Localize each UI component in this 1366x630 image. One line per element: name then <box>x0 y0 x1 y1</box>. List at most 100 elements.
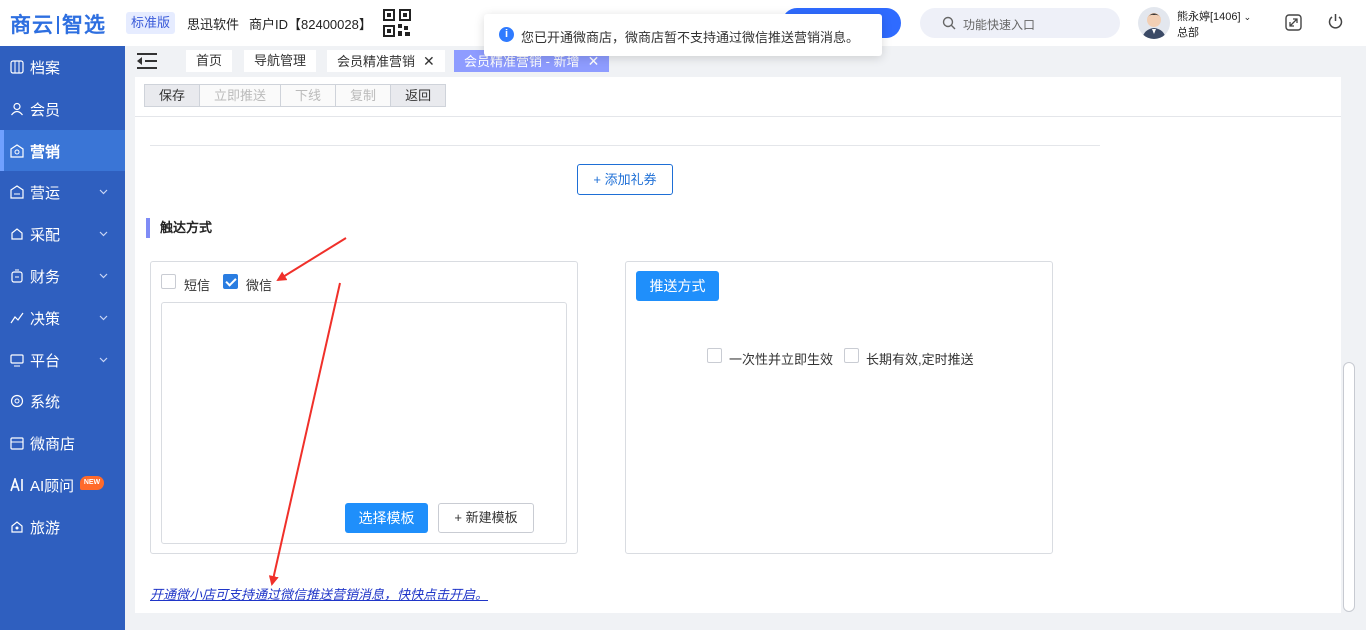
toolbar-divider <box>135 116 1341 117</box>
sidebar-item-system[interactable]: 系统 <box>0 380 125 422</box>
search-icon <box>942 16 956 30</box>
chevron-down-icon <box>99 273 108 279</box>
long-term-label: 长期有效,定时推送 <box>866 352 974 367</box>
archive-icon <box>10 60 24 74</box>
chevron-down-icon: ⌄ <box>1243 12 1252 22</box>
chevron-down-icon <box>99 231 108 237</box>
wechat-label: 微信 <box>246 278 273 293</box>
sidebar-item-label: 系统 <box>30 394 61 412</box>
push-now-button[interactable]: 立即推送 <box>200 85 282 106</box>
sidebar-item-decision[interactable]: 决策 <box>0 297 125 339</box>
tab-home[interactable]: 首页 <box>186 50 233 72</box>
back-button[interactable]: 返回 <box>391 85 446 106</box>
info-toast: i 您已开通微商店，微商店暂不支持通过微信推送营销消息。 <box>484 14 882 56</box>
sidebar-item-label: 会员 <box>30 101 61 119</box>
push-method-box: 推送方式 一次性并立即生效 长期有效,定时推送 <box>625 261 1053 554</box>
brand-logo[interactable]: 商云 智选 <box>10 9 106 39</box>
user-icon <box>11 102 23 116</box>
merchant-id: 商户ID【82400028】 <box>249 17 372 32</box>
logo-text-1: 商云 <box>10 14 54 37</box>
sidebar-item-ai-advisor[interactable]: AI顾问 NEW <box>0 464 125 506</box>
info-icon: i <box>499 27 514 42</box>
ai-icon <box>10 477 23 492</box>
search-placeholder: 功能快速入口 <box>963 18 1036 32</box>
app-root: 商云 智选 标准版 思迅软件 商户ID【82400028】 功能快速入口 熊永婷… <box>0 0 1366 630</box>
fullscreen-icon[interactable] <box>1285 14 1302 31</box>
close-icon[interactable]: ✕ <box>423 50 435 72</box>
template-preview-area: 选择模板 + 新建模板 <box>161 302 567 544</box>
copy-button[interactable]: 复制 <box>336 85 392 106</box>
user-avatar[interactable] <box>1138 7 1170 39</box>
decision-icon <box>10 312 24 324</box>
logout-power-icon[interactable] <box>1327 13 1344 30</box>
sidebar-item-platform[interactable]: 平台 <box>0 339 125 381</box>
action-toolbar: 保存 立即推送 下线 复制 返回 <box>144 84 447 107</box>
tab-member-marketing[interactable]: 会员精准营销 ✕ <box>327 50 445 72</box>
sidebar-item-marketing[interactable]: 营销 <box>0 129 125 172</box>
chevron-down-icon <box>99 189 108 195</box>
qr-code-icon[interactable] <box>383 9 411 37</box>
chevron-down-icon <box>99 357 108 362</box>
operations-icon <box>10 185 24 199</box>
tab-nav-management[interactable]: 导航管理 <box>244 50 317 72</box>
new-badge: NEW <box>80 475 104 490</box>
tab-label: 导航管理 <box>254 53 307 68</box>
system-icon <box>10 395 24 408</box>
section-divider <box>150 145 1100 146</box>
sidebar-item-member[interactable]: 会员 <box>0 88 125 130</box>
logo-separator <box>57 16 59 34</box>
travel-icon <box>11 520 23 533</box>
user-department: 总部 <box>1177 27 1199 39</box>
add-coupon-button[interactable]: + 添加礼券 <box>577 164 673 195</box>
sidebar-item-label: 营运 <box>30 185 61 203</box>
sidebar-item-label: AI顾问 <box>30 477 75 495</box>
once-effective-checkbox[interactable] <box>707 348 722 363</box>
sidebar-item-label: 平台 <box>30 352 61 370</box>
tab-label: 首页 <box>196 53 223 68</box>
sms-checkbox[interactable] <box>161 274 176 289</box>
platform-icon <box>10 353 24 367</box>
sms-label: 短信 <box>184 278 211 293</box>
sidebar-item-label: 财务 <box>30 268 61 286</box>
save-button[interactable]: 保存 <box>145 85 201 106</box>
tab-label: 会员精准营销 - 新增 <box>464 54 580 69</box>
sidebar-item-label: 决策 <box>30 310 61 328</box>
reach-method-title: 触达方式 <box>146 218 212 238</box>
menu-collapse-icon[interactable] <box>136 52 158 70</box>
user-name[interactable]: 熊永婷[1406] ⌄ <box>1177 8 1251 24</box>
sidebar-item-operations[interactable]: 营运 <box>0 171 125 213</box>
wechat-checkbox[interactable] <box>223 274 238 289</box>
finance-icon <box>11 269 23 283</box>
sidebar-item-store[interactable]: 微商店 <box>0 422 125 464</box>
scrollbar-thumb[interactable] <box>1343 362 1355 612</box>
avatar-person-icon <box>1142 13 1166 39</box>
new-template-button[interactable]: + 新建模板 <box>438 503 534 533</box>
tab-label: 会员精准营销 <box>337 54 416 69</box>
main-panel: 保存 立即推送 下线 复制 返回 + 添加礼券 触达方式 短信 微信 选择模板 … <box>135 77 1341 613</box>
function-search-box[interactable]: 功能快速入口 <box>920 8 1120 38</box>
sidebar-item-label: 旅游 <box>30 519 61 537</box>
sidebar-item-travel[interactable]: 旅游 <box>0 506 125 548</box>
offline-button[interactable]: 下线 <box>281 85 337 106</box>
open-micro-store-link[interactable]: 开通微小店可支持通过微信推送营销消息，快快点击开启。 <box>150 584 488 603</box>
logo-text-2: 智选 <box>62 14 106 37</box>
toast-message: 您已开通微商店，微商店暂不支持通过微信推送营销消息。 <box>521 30 860 45</box>
sidebar-item-label: 营销 <box>30 143 61 161</box>
marketing-icon <box>10 143 24 158</box>
long-term-checkbox[interactable] <box>844 348 859 363</box>
edition-badge: 标准版 <box>126 12 176 34</box>
sidebar: 档案 会员 营销 营运 采配 财务 决策 平台 系统 微商店 AI顾问 NEW … <box>0 46 125 630</box>
push-method-button[interactable]: 推送方式 <box>636 271 719 301</box>
store-icon <box>10 437 24 450</box>
sidebar-item-label: 微商店 <box>30 436 76 454</box>
sidebar-item-purchase[interactable]: 采配 <box>0 213 125 255</box>
purchase-icon <box>11 228 23 240</box>
reach-channel-box: 短信 微信 选择模板 + 新建模板 <box>150 261 578 554</box>
user-name-text: 熊永婷[1406] <box>1177 11 1241 23</box>
sidebar-item-label: 档案 <box>30 60 61 77</box>
select-template-button[interactable]: 选择模板 <box>345 503 428 533</box>
sidebar-item-archive[interactable]: 档案 <box>0 46 125 88</box>
once-effective-label: 一次性并立即生效 <box>729 352 834 367</box>
sidebar-item-finance[interactable]: 财务 <box>0 255 125 297</box>
company-name: 思迅软件 <box>187 17 240 32</box>
